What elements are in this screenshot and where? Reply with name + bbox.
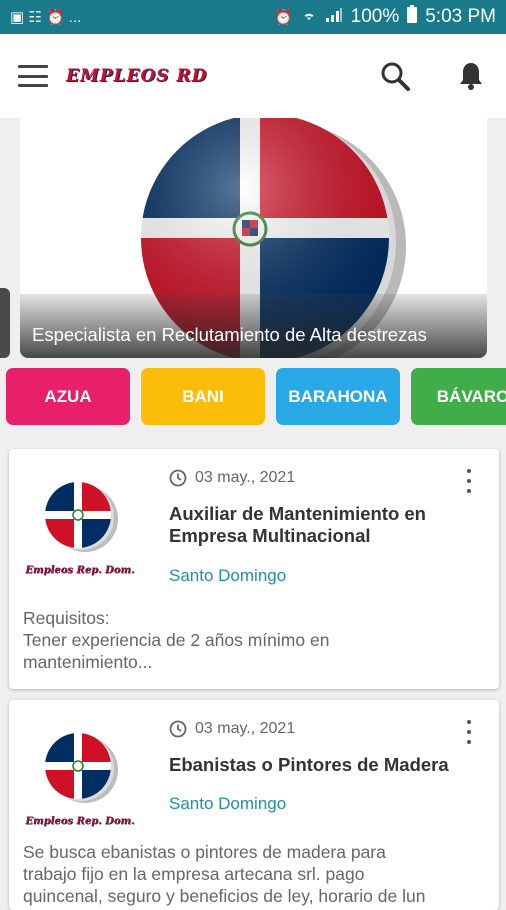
job-description-line: Tener experiencia de 2 años mínimo en [23,630,330,650]
job-location: Santo Domingo [169,794,287,813]
alarm-icon: ⏰ [273,9,293,26]
job-description-line: trabajo fijo en la empresa artecana srl.… [23,864,365,884]
bell-icon[interactable] [454,59,488,93]
job-card[interactable]: Empleos Rep. Dom. 03 may., 2021 Auxiliar… [9,449,499,689]
job-title[interactable]: Ebanistas o Pintores de Madera [169,754,469,776]
hero-slide[interactable]: Especialista en Reclutamiento de Alta de… [20,118,487,358]
job-location: Santo Domingo [169,566,287,585]
status-system: ⏰ 100% 5:03 PM [274,5,496,29]
hero-caption: Especialista en Reclutamiento de Alta de… [20,294,487,358]
post-date-text: 03 may., 2021 [195,469,296,486]
chip-bani[interactable]: BANI [141,368,265,425]
app-logo: EMPLEOS RD [66,66,208,86]
hamburger-menu-icon[interactable] [18,65,48,87]
job-title-line: Auxiliar de Mantenimiento en [169,503,426,524]
job-title[interactable]: Auxiliar de Mantenimiento en Empresa Mul… [169,503,469,547]
job-description-line: quincenal, seguro y beneficios de ley, h… [23,886,426,906]
job-title-line: Ebanistas o Pintores de Madera [169,754,449,775]
job-title-line: Empresa Multinacional [169,525,371,546]
company-logo: Empleos Rep. Dom. [21,467,139,577]
flag-badge-icon [45,482,118,552]
more-options-icon[interactable] [459,720,479,744]
battery-icon [407,5,418,29]
search-icon[interactable] [378,59,412,93]
company-logo-text: Empleos Rep. Dom. [25,565,135,576]
hero-carousel[interactable]: Especialista en Reclutamiento de Alta de… [0,118,506,368]
post-date-text: 03 may., 2021 [195,720,296,737]
clock: 5:03 PM [425,6,496,27]
province-filter-row: AZUA BANI BARAHONA BÁVARO [0,368,506,426]
clock-icon [169,720,187,738]
post-date: 03 may., 2021 [169,469,295,487]
signal-icon [325,7,343,27]
job-card[interactable]: Empleos Rep. Dom. 03 may., 2021 Ebanista… [9,700,499,910]
chip-bavaro[interactable]: BÁVARO [411,368,506,425]
app-bar: EMPLEOS RD [0,34,506,118]
notification-glyphs: ▣ ☷ ⏰ ... [10,9,82,26]
company-logo: Empleos Rep. Dom. [21,718,139,828]
more-options-icon[interactable] [459,469,479,493]
status-notifications: ▣ ☷ ⏰ ... [10,8,81,26]
battery-percent: 100% [350,6,400,27]
job-description: Se busca ebanistas o pintores de madera … [23,841,485,907]
wifi-icon [301,7,317,27]
chip-azua[interactable]: AZUA [6,368,130,425]
job-description-line: Se busca ebanistas o pintores de madera … [23,842,386,862]
company-logo-text: Empleos Rep. Dom. [25,816,135,827]
job-description-line: mantenimiento... [23,652,153,672]
flag-badge-icon [45,733,118,803]
job-description: Requisitos: Tener experiencia de 2 años … [23,607,485,673]
clock-icon [169,469,187,487]
job-description-line: Requisitos: [23,608,110,628]
previous-slide-peek[interactable] [0,288,10,358]
post-date: 03 may., 2021 [169,720,295,738]
status-bar: ▣ ☷ ⏰ ... ⏰ 100% 5:03 PM [0,0,506,34]
chip-barahona[interactable]: BARAHONA [276,368,400,425]
